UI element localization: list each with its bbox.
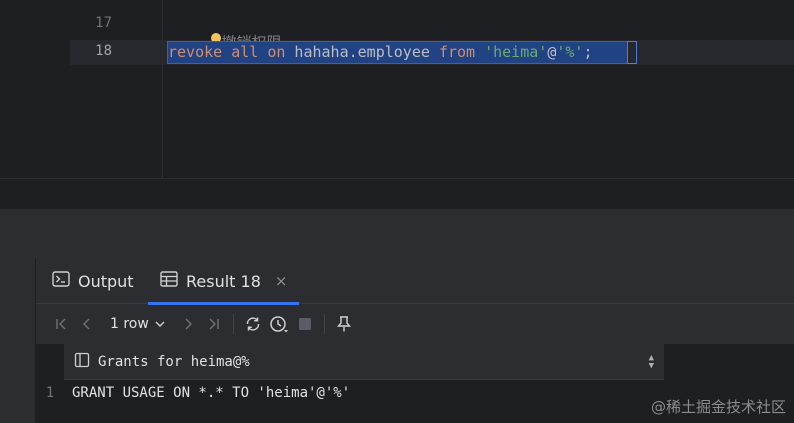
services-tool-window: Output Result 18 × 1 row Grants for heim… <box>0 258 794 423</box>
tab-result-label: Result 18 <box>186 271 261 291</box>
watermark: @稀土掘金技术社区 <box>650 398 786 416</box>
code-token: on <box>267 43 286 61</box>
toolbar-divider <box>323 314 325 334</box>
column-header[interactable]: Grants for heima@% ▲ ▼ <box>64 344 664 380</box>
code-token: hahaha.employee <box>285 43 439 61</box>
row-number: 1 <box>45 385 55 401</box>
editor-left-strip <box>0 0 70 208</box>
code-token: revoke <box>168 43 223 61</box>
terminal-icon <box>52 271 70 291</box>
editor-footer <box>0 178 794 208</box>
line-number-current: 18 <box>95 43 112 59</box>
refresh-icon[interactable] <box>240 311 266 337</box>
line-number: 17 <box>95 15 112 31</box>
sort-icon[interactable]: ▲ ▼ <box>649 354 654 371</box>
line-gutter: 16 17 18 <box>70 0 162 178</box>
prev-page-icon[interactable] <box>74 311 100 337</box>
next-page-icon[interactable] <box>175 311 201 337</box>
gutter-separator <box>162 0 163 178</box>
line-number: 16 <box>70 0 112 4</box>
result-grid[interactable]: Grants for heima@% ▲ ▼ 1 GRANT USAGE ON *… <box>36 344 794 423</box>
code-token: from <box>438 43 476 61</box>
row-count-label: 1 row <box>110 316 149 332</box>
history-icon[interactable] <box>266 311 292 337</box>
first-page-icon[interactable] <box>48 311 74 337</box>
stop-icon[interactable] <box>292 311 318 337</box>
pin-icon[interactable] <box>331 311 357 337</box>
table-icon <box>160 271 178 291</box>
tool-window-strip <box>0 258 36 423</box>
last-page-icon[interactable] <box>201 311 227 337</box>
chevron-down-icon <box>155 316 165 332</box>
code-line-statement[interactable]: revoke all on hahaha.employee from 'heim… <box>168 43 592 61</box>
column-icon <box>74 352 90 372</box>
code-token: 'heima' <box>484 43 548 61</box>
tab-result-18[interactable]: Result 18 × <box>148 258 300 305</box>
tab-output-label: Output <box>78 271 134 291</box>
row-count-dropdown[interactable]: 1 row <box>100 316 175 332</box>
close-icon[interactable]: × <box>275 272 288 290</box>
code-token: @ <box>547 43 557 61</box>
sql-editor[interactable]: 16 17 18 -撤销权限 revoke all on hahaha.empl… <box>0 0 794 208</box>
result-tabs: Output Result 18 × <box>36 258 794 305</box>
column-header-label: Grants for heima@% <box>98 353 250 370</box>
table-cell[interactable]: GRANT USAGE ON *.* TO 'heima'@'%' <box>64 385 350 401</box>
code-token: ; <box>583 43 593 61</box>
result-toolbar: 1 row <box>36 304 794 344</box>
tab-output[interactable]: Output <box>52 258 134 304</box>
toolbar-divider <box>232 314 234 334</box>
code-token: '%' <box>556 43 584 61</box>
caret <box>627 41 637 64</box>
panel-splitter[interactable] <box>0 208 794 258</box>
code-token: all <box>231 43 259 61</box>
